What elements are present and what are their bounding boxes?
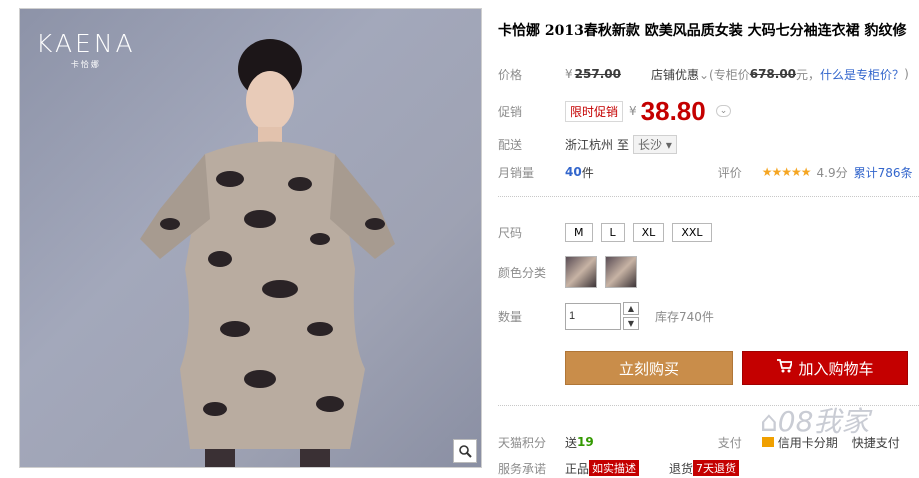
size-option-xxl[interactable]: XXL [672, 222, 712, 242]
service-return: 退货 [669, 461, 694, 476]
color-swatch-2[interactable] [605, 256, 637, 288]
counter-price-close: ) [904, 67, 909, 81]
counter-price: 678.00 [749, 67, 797, 81]
stock-text: 库存740件 [655, 309, 714, 324]
ship-to-label: 至 [617, 137, 630, 152]
sales-unit: 件 [581, 165, 594, 180]
points-label: 天猫积分 [498, 435, 547, 450]
pay-label: 支付 [717, 435, 742, 450]
promo-row: 促销 限时促销 ¥ 38.80 ⌄ [498, 95, 732, 126]
size-label: 尺码 [498, 225, 523, 240]
sales-count: 40 [565, 165, 582, 179]
watermark: ⌂08我家 [760, 405, 870, 438]
product-title: 卡恰娜 2013春秋新款 欧美风品质女装 大码七分袖连衣裙 豹纹修 [498, 23, 907, 39]
promo-price: 38.80 [640, 95, 706, 126]
size-option-xl[interactable]: XL [632, 222, 665, 242]
service-row: 服务承诺 正品 如实描述 退货 7天退货 [498, 458, 740, 478]
city-select[interactable]: 长沙 ▾ [633, 134, 677, 154]
review-count-link[interactable]: 累计786条 [854, 164, 913, 181]
service-badge-2: 7天退货 [693, 460, 740, 476]
color-label: 颜色分类 [498, 265, 547, 280]
shop-discount-link[interactable]: 店铺优惠⌄ [651, 66, 709, 83]
price-row: 价格 ¥ 257.00 店铺优惠⌄ (专柜价 678.00 元， 什么是专柜价？… [498, 66, 909, 83]
cart-icon [776, 359, 794, 377]
price-label: 价格 [498, 67, 523, 82]
rating-label: 评价 [717, 165, 742, 180]
divider [498, 196, 919, 197]
brand-logo: KAENA 卡恰娜 [36, 29, 136, 70]
size-option-m[interactable]: M [565, 222, 593, 242]
quantity-stepper[interactable]: ▲ ▼ [623, 301, 639, 331]
shipping-row: 配送 浙江杭州 至 长沙 ▾ [498, 134, 677, 154]
ship-from: 浙江杭州 [565, 137, 614, 152]
service-label: 服务承诺 [498, 461, 547, 476]
size-row: 尺码 M L XL XXL [498, 222, 720, 242]
quantity-label: 数量 [498, 309, 523, 324]
original-price: 257.00 [574, 67, 621, 81]
promo-tag: 限时促销 [565, 100, 624, 122]
decrement-icon[interactable]: ▼ [623, 317, 639, 330]
points-value: 19 [577, 435, 594, 449]
house-icon: ⌂ [760, 405, 778, 438]
caret-down-icon: ▾ [665, 137, 672, 152]
points-prefix: 送 [565, 435, 578, 450]
sales-row: 月销量 40 件 评价 ★★★★★ 4.9分 累计786条 [498, 162, 913, 182]
increment-icon[interactable]: ▲ [623, 302, 639, 315]
service-badge-1: 如实描述 [589, 460, 640, 476]
quantity-row: 数量 ▲ ▼ 库存740件 [498, 300, 714, 332]
brand-name: KAENA [36, 29, 136, 58]
buy-now-button[interactable]: 立刻购买 [565, 351, 733, 385]
color-swatch-1[interactable] [565, 256, 597, 288]
sales-label: 月销量 [498, 165, 535, 180]
size-option-l[interactable]: L [600, 222, 625, 242]
model-figure-icon [140, 39, 395, 467]
service-authentic: 正品 [565, 461, 590, 476]
chevron-down-icon: ⌄ [698, 67, 710, 82]
product-image[interactable]: KAENA 卡恰娜 [19, 8, 482, 468]
chevron-down-icon[interactable]: ⌄ [715, 105, 732, 117]
zoom-icon[interactable] [453, 439, 477, 463]
color-row: 颜色分类 [498, 255, 645, 289]
add-to-cart-button[interactable]: 加入购物车 [742, 351, 908, 385]
counter-price-help-link[interactable]: 什么是专柜价？ [820, 66, 904, 83]
currency-symbol: ¥ [629, 104, 637, 118]
counter-price-label: (专柜价 [709, 67, 750, 82]
quantity-input[interactable] [565, 302, 621, 330]
rating-score: 4.9分 [816, 165, 848, 180]
add-to-cart-label: 加入购物车 [798, 359, 874, 378]
counter-price-suffix: 元， [796, 67, 821, 82]
promo-label: 促销 [498, 104, 523, 119]
shipping-label: 配送 [498, 137, 523, 152]
brand-sub: 卡恰娜 [70, 60, 101, 69]
star-rating-icon: ★★★★★ [761, 165, 812, 179]
